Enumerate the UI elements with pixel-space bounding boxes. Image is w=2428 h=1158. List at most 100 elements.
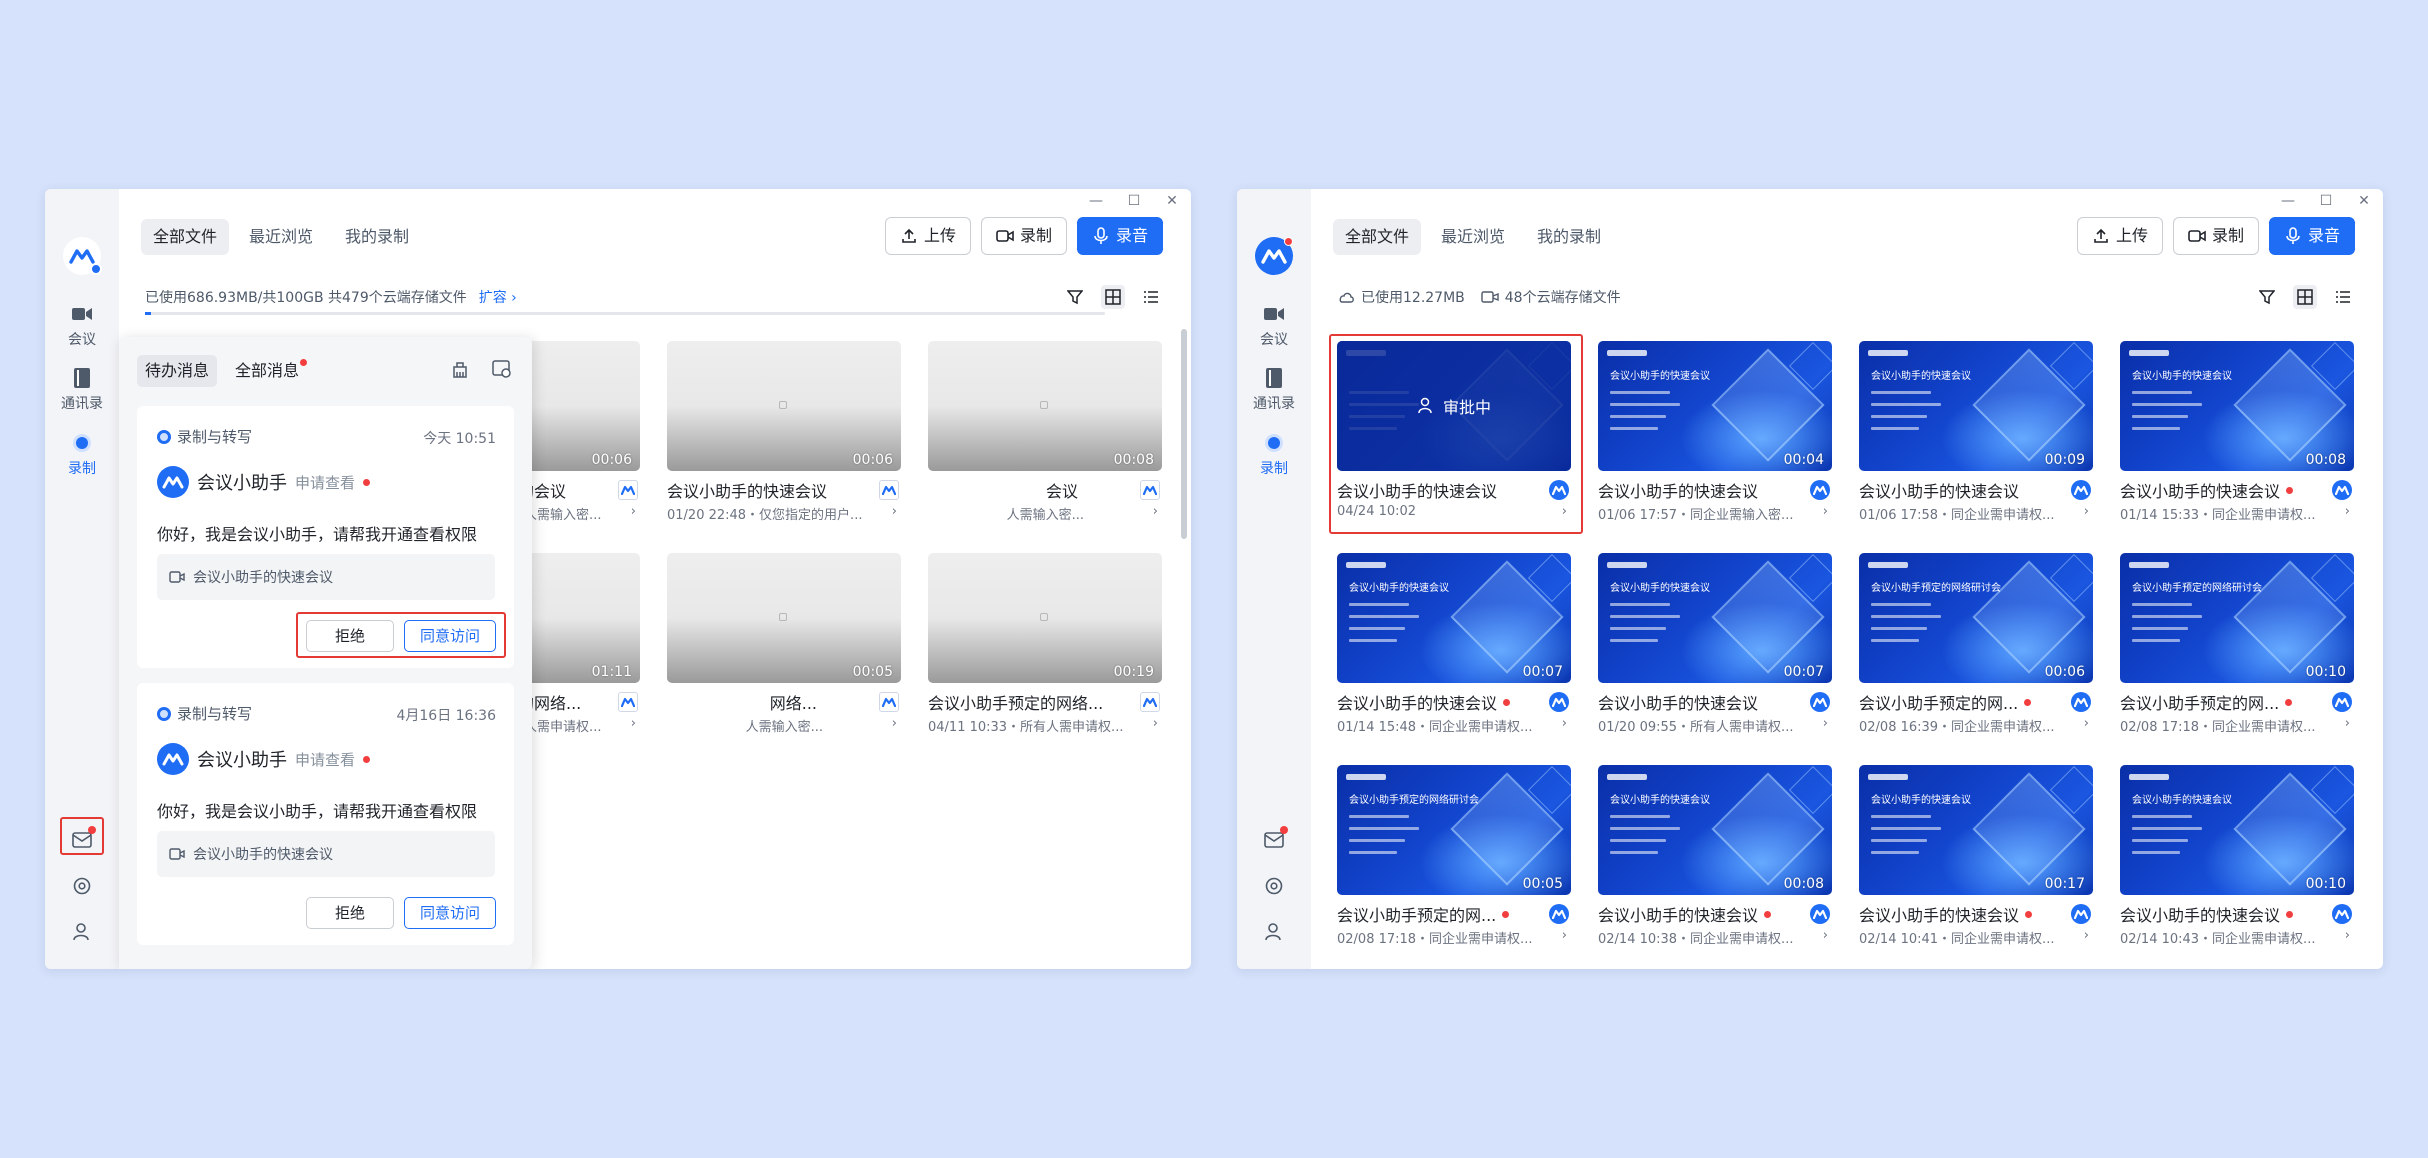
file-title[interactable]: 会议小助手的快速会议 [1598,902,1804,926]
video-thumbnail[interactable]: 00:19 [928,553,1162,683]
file-title[interactable]: 会议 [888,478,1078,502]
tab-my-recordings[interactable]: 我的录制 [333,219,421,255]
grid-view-button[interactable] [1101,285,1125,309]
close-button[interactable]: ✕ [1161,193,1183,209]
video-thumbnail[interactable]: 会议小助手预定的网络研讨会 00:05 [1337,765,1571,895]
file-card[interactable]: 会议小助手的快速会议 00:09 会议小助手的快速会议 01/06 17:58・同企业… [1859,341,2093,531]
agree-access-button[interactable]: 同意访问 [404,897,496,929]
file-card[interactable]: 会议小助手的快速会议 00:08 会议小助手的快速会议 02/14 10:38・同企业… [1598,765,1832,955]
filter-button[interactable] [1063,285,1087,309]
tab-todo-messages[interactable]: 待办消息 [137,355,218,387]
file-title[interactable]: 会议小助手的快速会议 [1859,902,2065,926]
app-logo[interactable] [63,237,102,275]
tab-recent[interactable]: 最近浏览 [1429,219,1517,255]
file-title[interactable]: 会议小助手预定的网... [1859,690,2065,714]
chevron-right-icon[interactable]: › [2345,928,2350,943]
record-button[interactable]: 录制 [980,217,1067,255]
chevron-right-icon[interactable]: › [1153,504,1158,519]
file-card[interactable]: 会议小助手的快速会议 00:07 会议小助手的快速会议 01/14 15:48・同企业… [1337,553,1571,743]
messages-button[interactable] [1237,823,1311,857]
nav-meeting[interactable]: 会议 [1237,303,1311,355]
file-card[interactable]: 会议小助手预定的网络研讨会 00:05 会议小助手预定的网... 02/08 17:1… [1337,765,1571,955]
reject-button[interactable]: 拒绝 [306,897,394,929]
file-title[interactable]: 会议小助手的快速会议 [1859,478,2065,502]
file-card[interactable]: 会议小助手预定的网络研讨会 00:06 会议小助手预定的网... 02/08 16:3… [1859,553,2093,743]
file-card[interactable]: 会议小助手的快速会议 00:08 会议小助手的快速会议 01/14 15:33・同企业… [2120,341,2354,531]
chevron-right-icon[interactable]: › [1153,716,1158,731]
user-button[interactable] [1237,915,1311,949]
minimize-button[interactable]: — [1085,193,1107,209]
maximize-button[interactable]: ☐ [2315,193,2337,209]
tab-all-files[interactable]: 全部文件 [141,219,230,255]
audio-record-button[interactable]: 录音 [1076,217,1163,255]
chevron-right-icon[interactable]: › [892,716,897,731]
expand-storage-link[interactable]: 扩容 › [479,287,517,307]
file-title[interactable]: 会议小助手预定的网... [1337,902,1543,926]
upload-button[interactable]: 上传 [884,217,971,255]
video-thumbnail[interactable]: 00:05 [667,553,901,683]
settings-button[interactable] [1237,869,1311,903]
settings-button[interactable] [45,869,119,903]
nav-recording[interactable]: 录制 [45,432,119,484]
file-title[interactable]: 会议小助手的快速会议 [667,478,873,502]
video-thumbnail[interactable]: 会议小助手的快速会议 00:09 [1859,341,2093,471]
nav-contacts[interactable]: 通讯录 [45,367,119,419]
nav-meeting[interactable]: 会议 [45,303,119,355]
grid-view-button[interactable] [2293,285,2317,309]
chevron-right-icon[interactable]: › [1562,928,1567,943]
video-thumbnail[interactable]: 会议小助手的快速会议 00:08 [1598,765,1832,895]
video-thumbnail[interactable]: 会议小助手的快速会议 00:17 [1859,765,2093,895]
linked-file[interactable]: 会议小助手的快速会议 [157,554,495,600]
file-title[interactable]: 会议小助手的快速会议 [1337,690,1543,714]
file-card[interactable]: 00:06 会议小助手的快速会议 01/20 22:48・仅您指定的用户... › [667,341,901,531]
list-view-button[interactable] [2331,285,2355,309]
file-title[interactable]: 会议小助手的快速会议 [2120,902,2326,926]
video-thumbnail[interactable]: 会议小助手的快速会议 00:04 [1598,341,1832,471]
chevron-right-icon[interactable]: › [1562,716,1567,731]
chevron-right-icon[interactable]: › [1823,928,1828,943]
upload-button[interactable]: 上传 [2076,217,2163,255]
maximize-button[interactable]: ☐ [1123,193,1145,209]
file-card[interactable]: 00:05 网络... 人需输入密... › [667,553,901,743]
clean-icon[interactable] [450,359,470,379]
user-button[interactable] [45,915,119,949]
file-card[interactable]: 会议小助手的快速会议 00:10 会议小助手的快速会议 02/14 10:43・同企业… [2120,765,2354,955]
scrollbar[interactable] [1181,329,1187,539]
chevron-right-icon[interactable]: › [2345,504,2350,519]
tab-my-recordings[interactable]: 我的录制 [1525,219,1613,255]
tab-all-files[interactable]: 全部文件 [1333,219,1422,255]
file-title[interactable]: 会议小助手预定的网络... [928,690,1134,714]
file-card[interactable]: 会议小助手的快速会议 00:17 会议小助手的快速会议 02/14 10:41・同企业… [1859,765,2093,955]
chevron-right-icon[interactable]: › [631,504,636,519]
file-title[interactable]: 网络... [627,690,817,714]
video-thumbnail[interactable]: 会议小助手的快速会议 00:07 [1337,553,1571,683]
close-button[interactable]: ✕ [2353,193,2375,209]
chevron-right-icon[interactable]: › [2084,504,2089,519]
message-settings-icon[interactable] [492,359,512,379]
file-card[interactable]: 会议小助手预定的网络研讨会 00:10 会议小助手预定的网... 02/08 17:1… [2120,553,2354,743]
linked-file[interactable]: 会议小助手的快速会议 [157,831,495,877]
file-card[interactable]: 00:19 会议小助手预定的网络... 04/11 10:33・所有人需申请权...… [928,553,1162,743]
video-thumbnail[interactable]: 会议小助手的快速会议 00:10 [2120,765,2354,895]
tab-all-messages[interactable]: 全部消息 [227,355,308,387]
chevron-right-icon[interactable]: › [2345,716,2350,731]
chevron-right-icon[interactable]: › [2084,716,2089,731]
video-thumbnail[interactable]: 会议小助手预定的网络研讨会 00:10 [2120,553,2354,683]
video-thumbnail[interactable]: 会议小助手的快速会议 00:07 [1598,553,1832,683]
file-title[interactable]: 会议小助手预定的网... [2120,690,2326,714]
record-button[interactable]: 录制 [2172,217,2259,255]
video-thumbnail[interactable]: 00:06 [667,341,901,471]
video-thumbnail[interactable]: 会议小助手的快速会议 00:08 [2120,341,2354,471]
nav-contacts[interactable]: 通讯录 [1237,367,1311,419]
minimize-button[interactable]: — [2277,193,2299,209]
video-thumbnail[interactable]: 会议小助手预定的网络研讨会 00:06 [1859,553,2093,683]
file-title[interactable]: 会议小助手的快速会议 [1598,478,1804,502]
file-card[interactable]: 会议小助手的快速会议 00:04 会议小助手的快速会议 01/06 17:57・同企业… [1598,341,1832,531]
file-title[interactable]: 会议小助手的快速会议 [2120,478,2326,502]
audio-record-button[interactable]: 录音 [2268,217,2355,255]
chevron-right-icon[interactable]: › [1823,716,1828,731]
list-view-button[interactable] [1139,285,1163,309]
file-card[interactable]: 00:08 会议 人需输入密... › [928,341,1162,531]
chevron-right-icon[interactable]: › [1823,504,1828,519]
file-title[interactable]: 会议小助手的快速会议 [1598,690,1804,714]
